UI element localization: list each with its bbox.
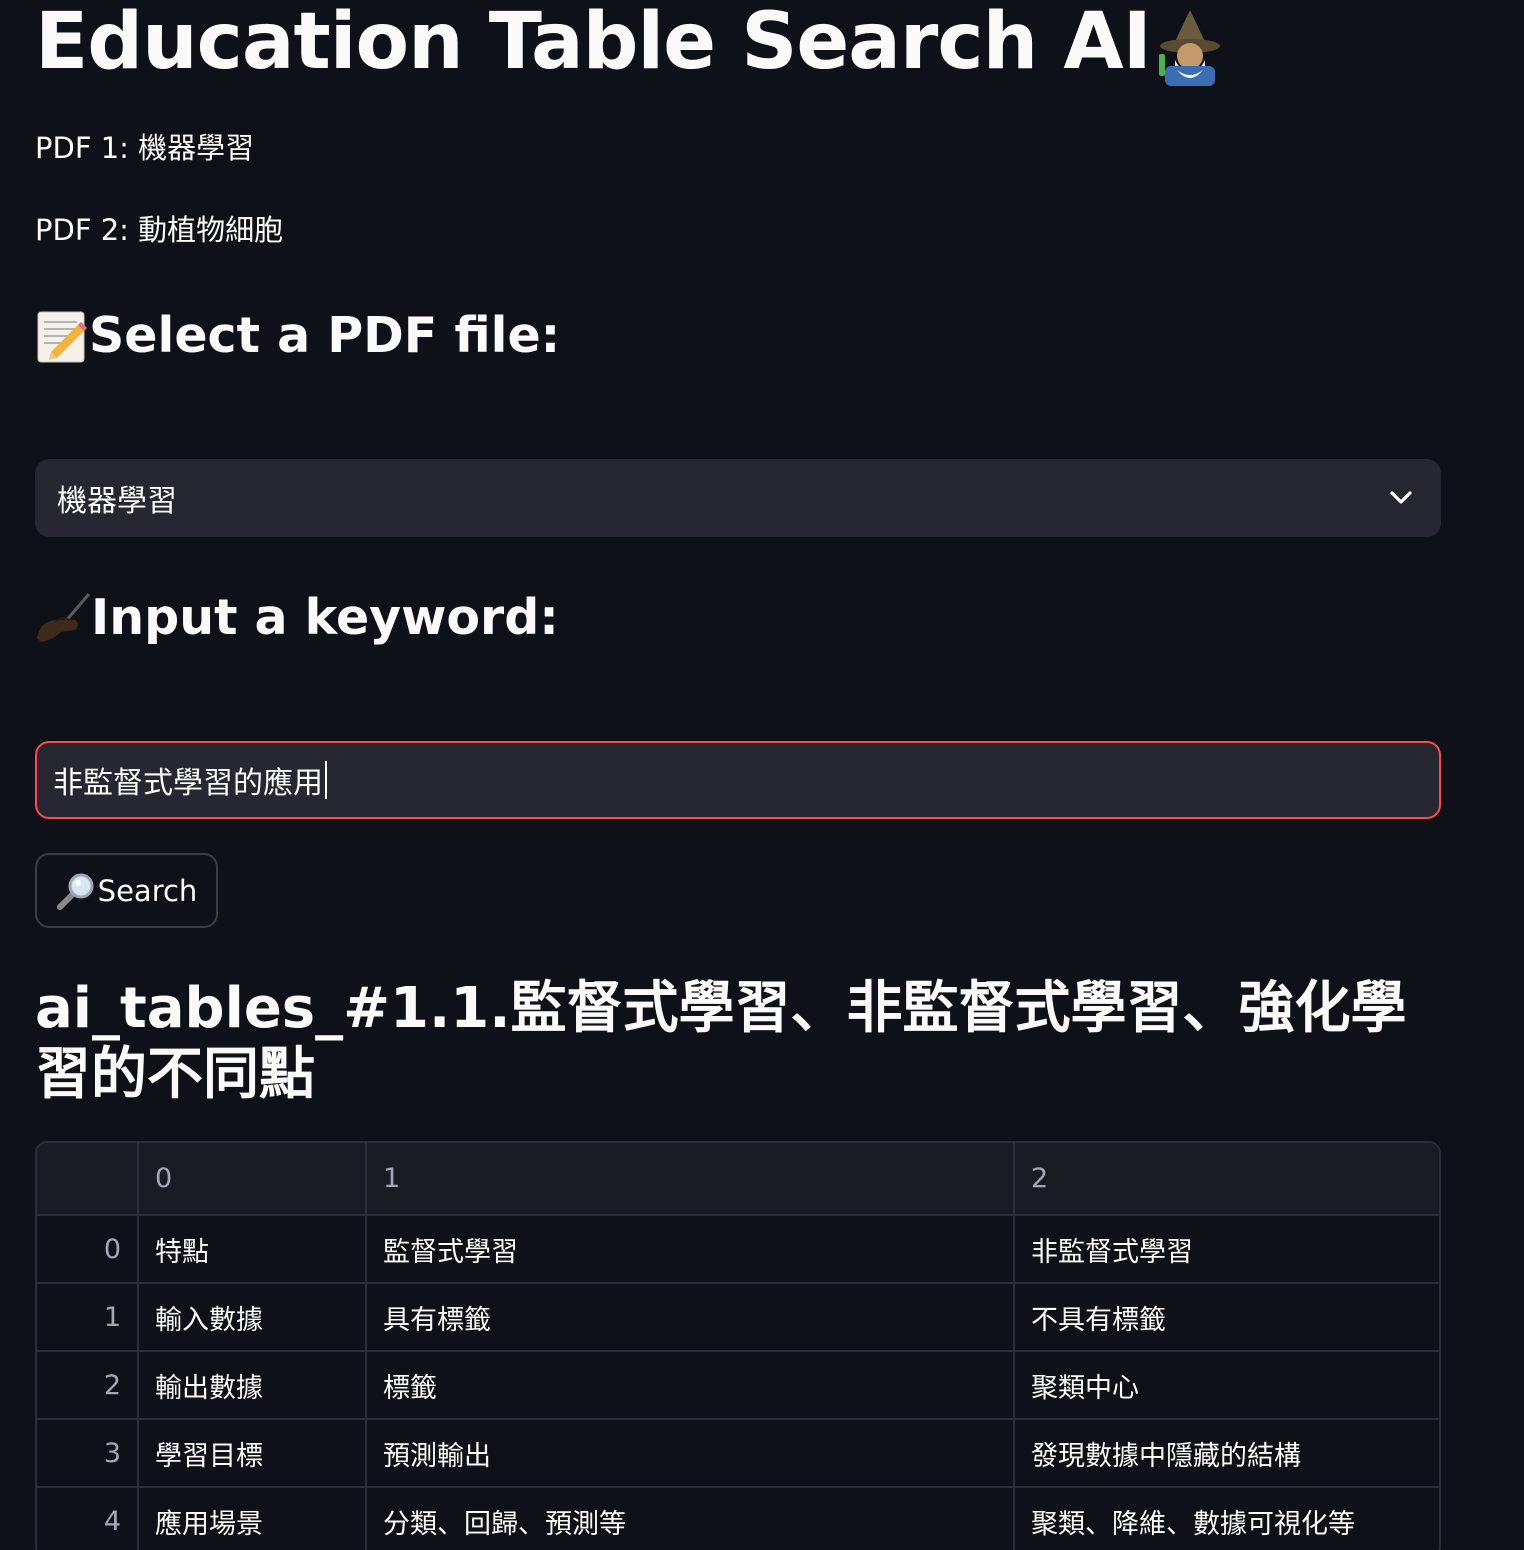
table-cell[interactable]: 應用場景	[138, 1487, 367, 1550]
chevron-down-icon[interactable]	[1383, 480, 1419, 516]
table-row: 0 特點 監督式學習 非監督式學習	[37, 1215, 1439, 1284]
result-data-table: 0 1 2 0 特點 監督式學習 非監督式學習 1 輸入數據 具有標籤 不具有標…	[37, 1143, 1439, 1550]
table-header-row: 0 1 2	[37, 1143, 1439, 1216]
table-cell[interactable]: 具有標籤	[366, 1283, 1015, 1352]
table-cell[interactable]: 學習目標	[138, 1419, 367, 1488]
row-index: 4	[37, 1487, 139, 1550]
keyword-heading-text: Input a keyword:	[91, 589, 559, 646]
table-row: 1 輸入數據 具有標籤 不具有標籤	[37, 1283, 1439, 1352]
column-header-index[interactable]	[37, 1143, 139, 1216]
pdf-select-value: 機器學習	[57, 484, 177, 519]
column-header-2[interactable]: 2	[1014, 1143, 1439, 1216]
app-page: Education Table Search AI PDF 1: 機器學習 PD…	[0, 0, 1524, 1550]
table-row: 4 應用場景 分類、回歸、預測等 聚類、降維、數據可視化等	[37, 1487, 1439, 1550]
search-button-label: Search	[97, 873, 198, 908]
table-cell[interactable]: 標籤	[366, 1351, 1015, 1420]
table-cell[interactable]: 監督式學習	[366, 1215, 1015, 1284]
column-header-1[interactable]: 1	[366, 1143, 1015, 1216]
result-table: 0 1 2 0 特點 監督式學習 非監督式學習 1 輸入數據 具有標籤 不具有標…	[35, 1141, 1441, 1550]
row-index: 2	[37, 1351, 139, 1420]
pdf-select[interactable]: 機器學習	[35, 459, 1441, 537]
table-cell[interactable]: 特點	[138, 1215, 367, 1284]
table-cell[interactable]: 分類、回歸、預測等	[366, 1487, 1015, 1550]
keyword-input[interactable]: 非監督式學習的應用	[35, 741, 1441, 819]
select-pdf-heading-text: Select a PDF file:	[89, 307, 561, 364]
table-cell[interactable]: 聚類、降維、數據可視化等	[1014, 1487, 1439, 1550]
pdf-list-item-2: PDF 2: 動植物細胞	[35, 213, 284, 247]
row-index: 1	[37, 1283, 139, 1352]
table-cell[interactable]: 發現數據中隱藏的結構	[1014, 1419, 1439, 1488]
row-index: 3	[37, 1419, 139, 1488]
search-button[interactable]: Search	[35, 853, 218, 928]
table-cell[interactable]: 輸入數據	[138, 1283, 367, 1352]
row-index: 0	[37, 1215, 139, 1284]
table-cell[interactable]: 非監督式學習	[1014, 1215, 1439, 1284]
table-cell[interactable]: 輸出數據	[138, 1351, 367, 1420]
pdf-list-item-1: PDF 1: 機器學習	[35, 131, 255, 165]
wizard-icon	[1151, 6, 1229, 88]
column-header-0[interactable]: 0	[138, 1143, 367, 1216]
magnifier-icon	[56, 871, 98, 911]
table-cell[interactable]: 聚類中心	[1014, 1351, 1439, 1420]
app-title: Education Table Search AI	[35, 2, 1229, 88]
select-pdf-heading: Select a PDF file:	[35, 308, 560, 364]
table-row: 3 學習目標 預測輸出 發現數據中隱藏的結構	[37, 1419, 1439, 1488]
writing-hand-icon	[35, 590, 91, 646]
keyword-input-value: 非監督式學習的應用	[53, 766, 323, 801]
memo-icon	[35, 308, 89, 364]
table-cell[interactable]: 預測輸出	[366, 1419, 1015, 1488]
app-title-text: Education Table Search AI	[35, 0, 1152, 87]
text-caret	[325, 761, 327, 799]
table-row: 2 輸出數據 標籤 聚類中心	[37, 1351, 1439, 1420]
keyword-heading: Input a keyword:	[35, 590, 559, 646]
table-cell[interactable]: 不具有標籤	[1014, 1283, 1439, 1352]
result-table-title: ai_tables_#1.1.監督式學習、非監督式學習、強化學習的不同點	[35, 976, 1407, 1107]
